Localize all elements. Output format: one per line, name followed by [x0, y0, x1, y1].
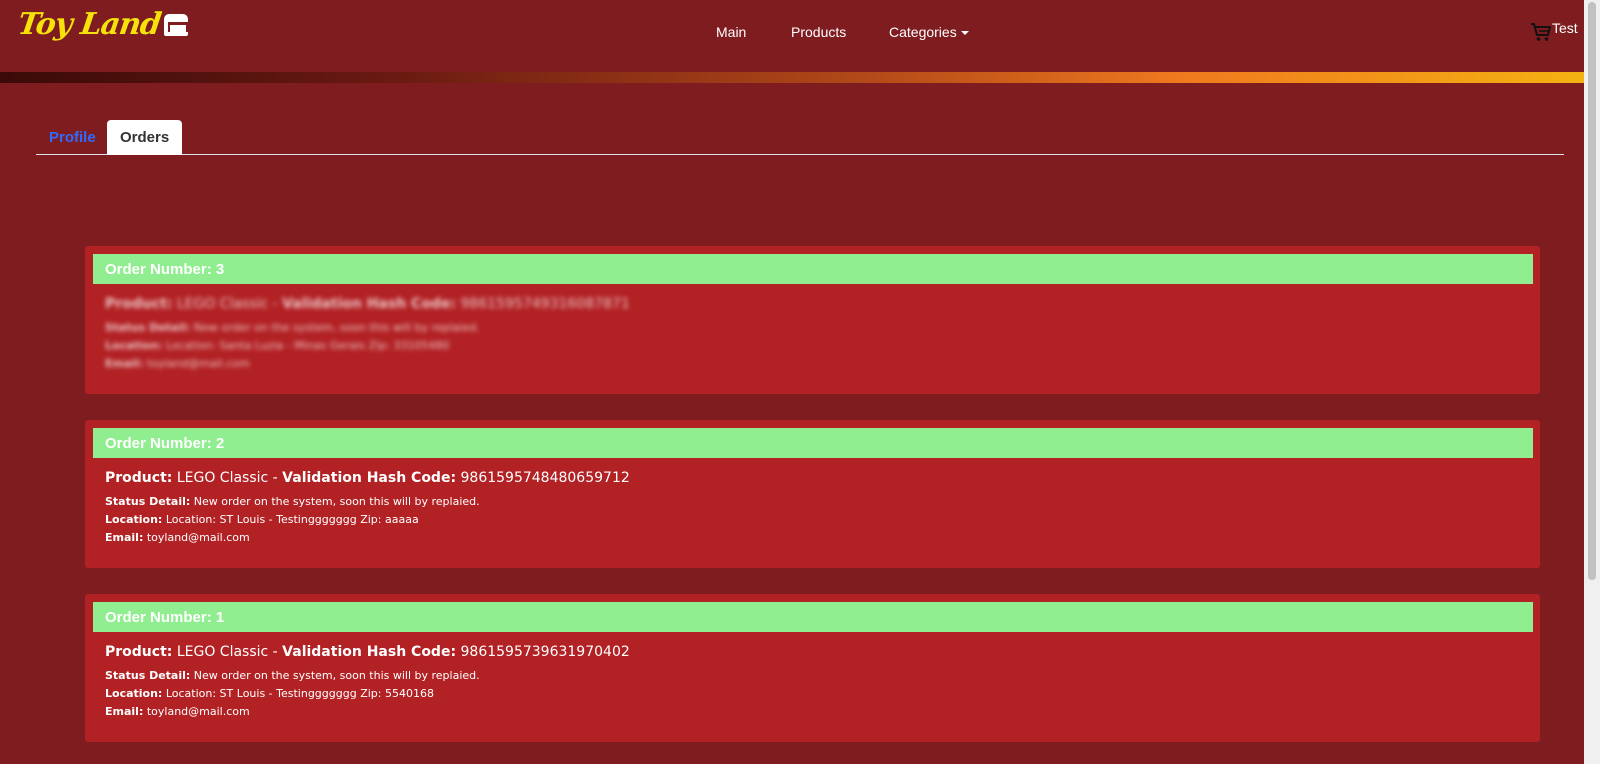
location-value: Location: ST Louis - Testinggggggg Zip: … — [165, 513, 419, 526]
hash-label: Validation Hash Code: — [282, 644, 457, 660]
validation-hash: 9861595748480659712 — [460, 470, 630, 486]
nav-categories-label: Categories — [889, 24, 957, 40]
order-header: Order Number: 3 — [93, 254, 1533, 284]
location-label: Location: — [105, 513, 163, 526]
order-number-label: Order Number: — [105, 435, 212, 452]
location-value: Location: Santa Luzia - Minas Gerais Zip… — [165, 339, 450, 352]
nav-products[interactable]: Products — [791, 24, 846, 40]
location-line: Location: Location: ST Louis - Testinggg… — [105, 511, 630, 529]
nav-main[interactable]: Main — [716, 24, 746, 40]
status-line: Status Detail: New order on the system, … — [105, 667, 630, 685]
email-label: Email: — [105, 531, 144, 544]
email-label: Email: — [105, 705, 144, 718]
email-label: Email: — [105, 357, 144, 370]
order-card: Order Number: 1 Product: LEGO Classic - V… — [85, 594, 1540, 742]
status-label: Status Detail: — [105, 321, 191, 334]
location-line: Location: Location: Santa Luzia - Minas … — [105, 337, 630, 355]
status-line: Status Detail: New order on the system, … — [105, 493, 630, 511]
email-line: Email: toyland@mail.com — [105, 703, 630, 721]
logo-text: Toy Land — [15, 7, 163, 42]
email-value: toyland@mail.com — [146, 531, 250, 544]
product-line: Product: LEGO Classic - Validation Hash … — [105, 296, 630, 312]
order-number-label: Order Number: — [105, 609, 212, 626]
caret-down-icon — [960, 31, 969, 36]
location-label: Location: — [105, 339, 163, 352]
validation-hash: 9861595739631970402 — [460, 644, 630, 660]
order-number: 2 — [215, 435, 225, 452]
tab-orders[interactable]: Orders — [107, 120, 183, 155]
email-line: Email: toyland@mail.com — [105, 529, 630, 547]
shopping-cart-icon — [1531, 23, 1551, 41]
account-tabs: Profile Orders — [36, 120, 1564, 155]
status-detail: New order on the system, soon this will … — [193, 669, 480, 682]
order-body: Product: LEGO Classic - Validation Hash … — [105, 296, 630, 373]
hash-label: Validation Hash Code: — [282, 470, 457, 486]
status-detail: New order on the system, soon this will … — [193, 321, 480, 334]
nav-categories-dropdown[interactable]: Categories — [889, 24, 969, 40]
cart-button[interactable]: Test — [1530, 20, 1578, 42]
brand-logo[interactable]: Toy Land — [15, 7, 189, 42]
order-number: 3 — [215, 261, 225, 278]
location-value: Location: ST Louis - Testinggggggg Zip: … — [165, 687, 434, 700]
product-label: Product: — [105, 296, 173, 312]
product-name: LEGO Classic — [176, 644, 269, 660]
order-body: Product: LEGO Classic - Validation Hash … — [105, 644, 630, 721]
hash-label: Validation Hash Code: — [282, 296, 457, 312]
cart-user-label: Test — [1552, 20, 1578, 36]
location-label: Location: — [105, 687, 163, 700]
location-line: Location: Location: ST Louis - Testinggg… — [105, 685, 630, 703]
header-gradient-divider — [0, 72, 1584, 83]
product-label: Product: — [105, 644, 173, 660]
order-number: 1 — [215, 609, 225, 626]
product-name: LEGO Classic — [176, 296, 269, 312]
mascot-icon — [164, 14, 189, 36]
product-line: Product: LEGO Classic - Validation Hash … — [105, 470, 630, 486]
tab-profile[interactable]: Profile — [36, 120, 109, 155]
order-card: Order Number: 2 Product: LEGO Classic - V… — [85, 420, 1540, 568]
email-value: toyland@mail.com — [146, 705, 250, 718]
product-line: Product: LEGO Classic - Validation Hash … — [105, 644, 630, 660]
navbar: Toy Land Main Products Categories Test — [0, 0, 1584, 72]
order-body: Product: LEGO Classic - Validation Hash … — [105, 470, 630, 547]
order-header: Order Number: 2 — [93, 428, 1533, 458]
status-label: Status Detail: — [105, 495, 191, 508]
validation-hash: 9861595749316087871 — [460, 296, 630, 312]
email-value: toyland@mail.com — [146, 357, 250, 370]
order-header: Order Number: 1 — [93, 602, 1533, 632]
scrollbar-thumb[interactable] — [1588, 2, 1596, 580]
status-detail: New order on the system, soon this will … — [193, 495, 480, 508]
email-line: Email: toyland@mail.com — [105, 355, 630, 373]
status-line: Status Detail: New order on the system, … — [105, 319, 630, 337]
order-number-label: Order Number: — [105, 261, 212, 278]
order-card: Order Number: 3 Product: LEGO Classic - V… — [85, 246, 1540, 394]
vertical-scrollbar[interactable] — [1584, 0, 1600, 764]
product-label: Product: — [105, 470, 173, 486]
product-name: LEGO Classic — [176, 470, 269, 486]
status-label: Status Detail: — [105, 669, 191, 682]
